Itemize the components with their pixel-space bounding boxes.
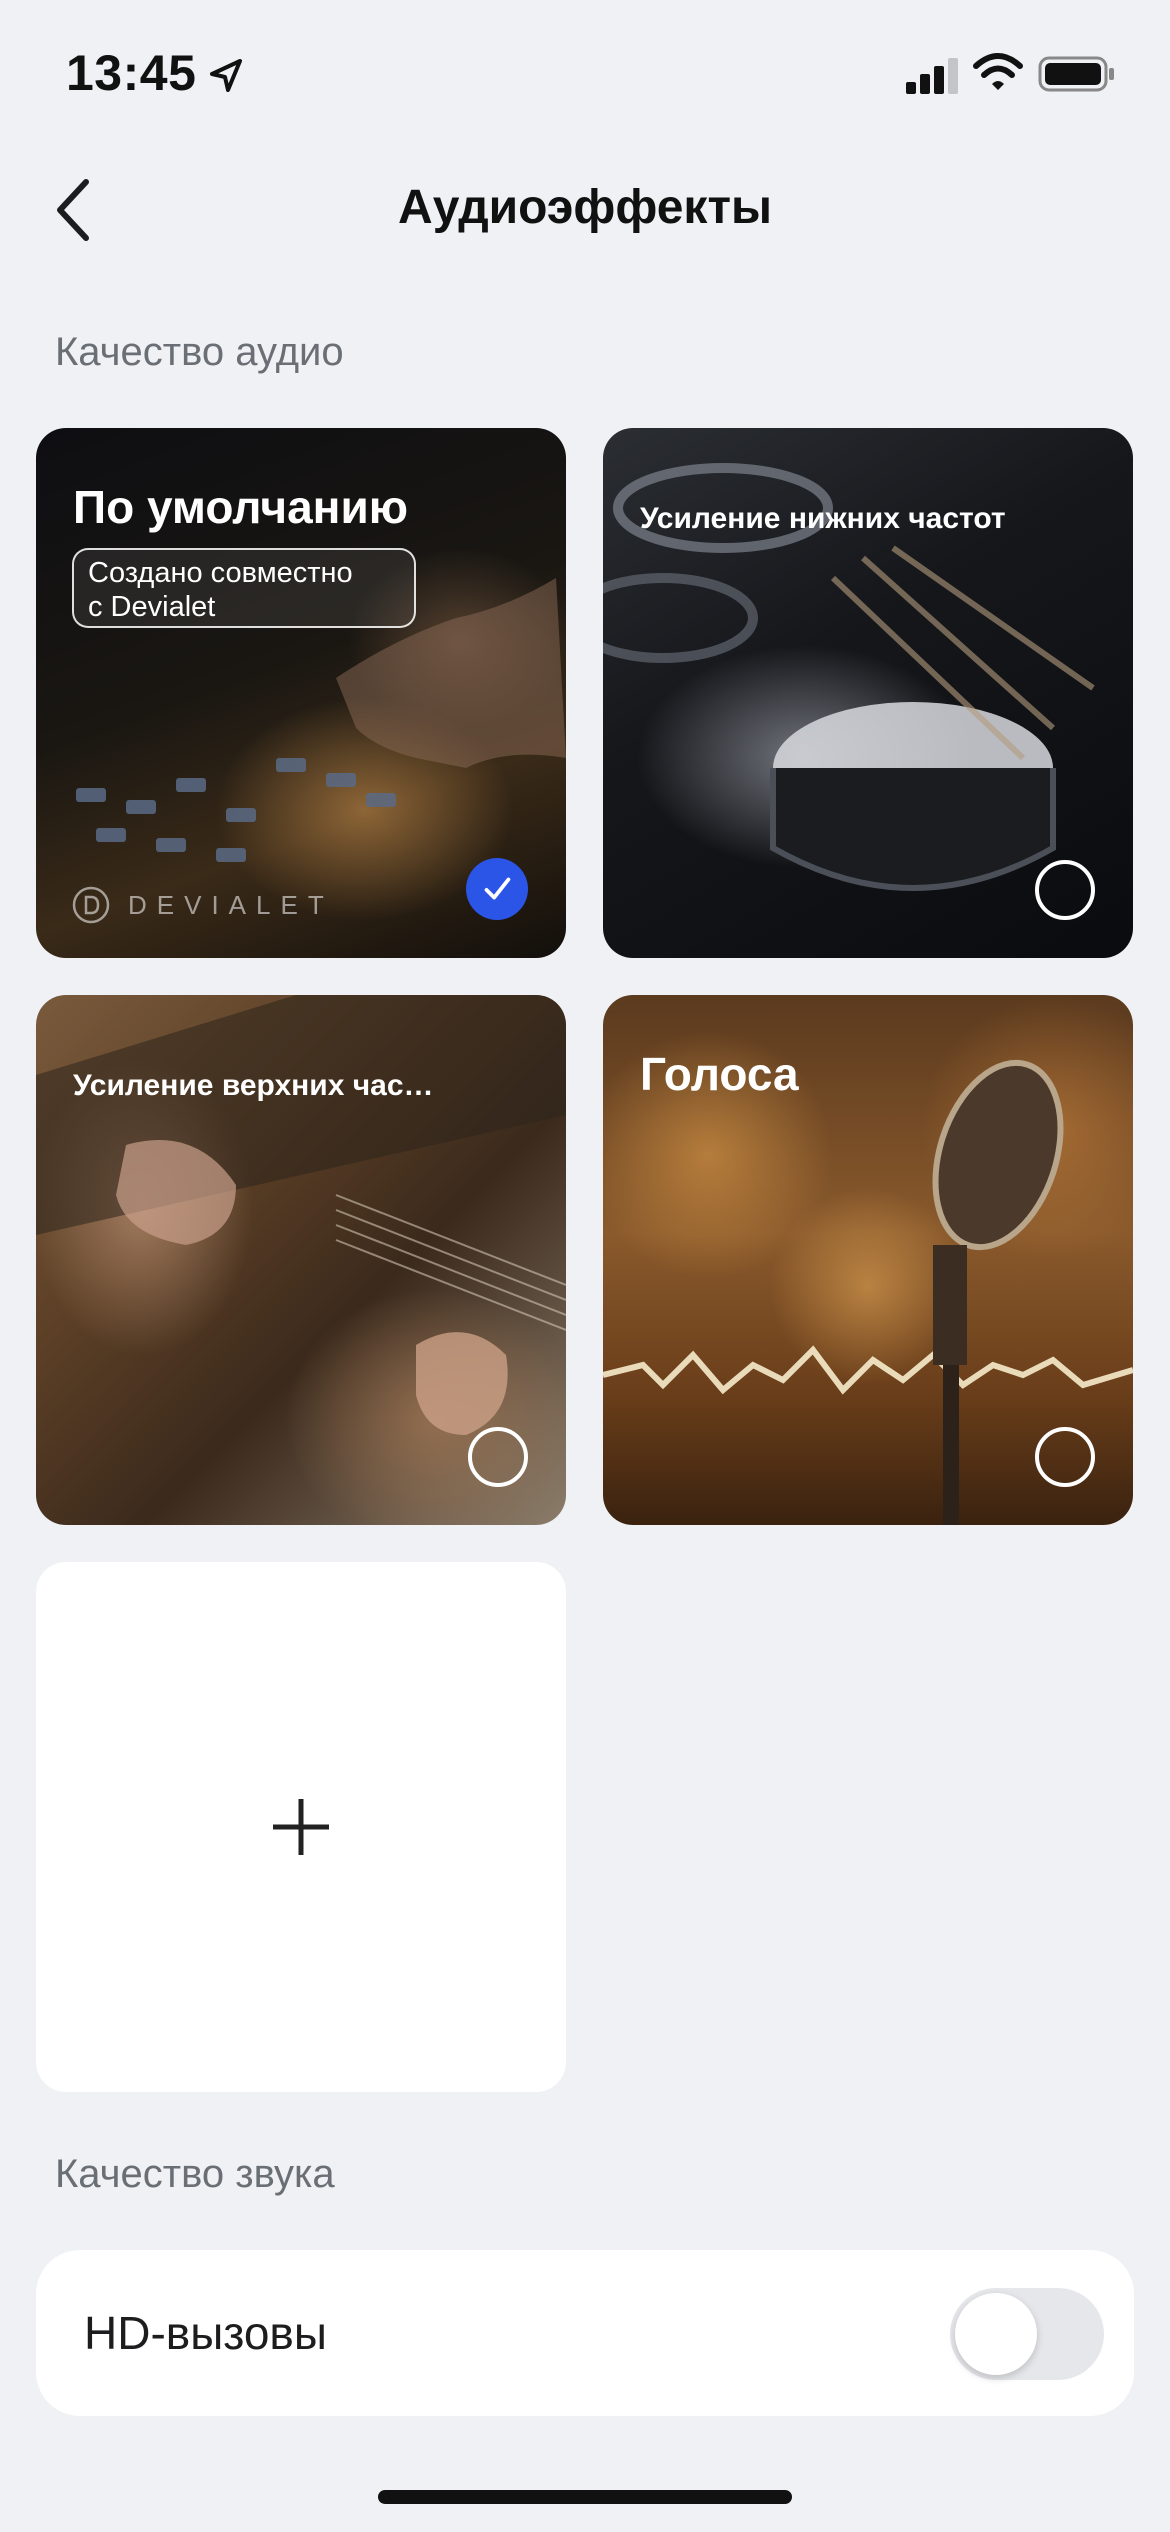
wifi-icon [973,53,1023,90]
plus-icon [273,1799,329,1855]
toggle-knob [955,2293,1037,2375]
home-indicator [378,2490,792,2504]
nav-bar: Аудиоэффекты [0,150,1170,270]
unselected-radio[interactable] [1035,1427,1095,1487]
status-bar: 13:45 [0,0,1170,150]
selected-checkmark[interactable] [466,858,528,920]
section-header-sound-quality: Качество звука [55,2152,335,2196]
brand-text: DEVIALET [128,889,334,920]
effect-card-voices[interactable]: Голоса [603,995,1133,1525]
hd-calls-toggle[interactable] [950,2288,1104,2380]
effect-card-treble-boost[interactable]: Усиление верхних частот [36,995,566,1525]
unselected-radio[interactable] [1035,860,1095,920]
card-title: Усиление нижних частот [640,502,1006,535]
badge-line-1: Создано совместно [88,557,353,589]
battery-icon [1038,56,1114,92]
effect-card-default[interactable]: По умолчанию Создано совместно с Deviale… [36,428,566,958]
add-effect-button[interactable] [36,1562,566,2092]
cellular-signal-icon [906,58,958,94]
devialet-badge: Создано совместно с Devialet [72,548,416,628]
page-title: Аудиоэффекты [398,181,772,234]
devialet-logo-icon [72,886,110,924]
card-title: По умолчанию [73,481,409,533]
card-title: Голоса [640,1048,799,1100]
hd-calls-row: HD-вызовы [36,2250,1134,2416]
effect-card-bass-boost[interactable]: Усиление нижних частот [603,428,1133,958]
status-time: 13:45 [66,45,197,101]
badge-line-2: с Devialet [88,591,216,623]
location-arrow-icon [210,59,242,92]
checkmark-icon [484,877,511,900]
unselected-radio[interactable] [468,1427,528,1487]
card-title: Усиление верхних частот [73,1069,443,1102]
hd-calls-label: HD-вызовы [84,2307,327,2359]
section-header-audio-quality: Качество аудио [55,330,344,374]
devialet-brand: DEVIALET [72,886,334,924]
